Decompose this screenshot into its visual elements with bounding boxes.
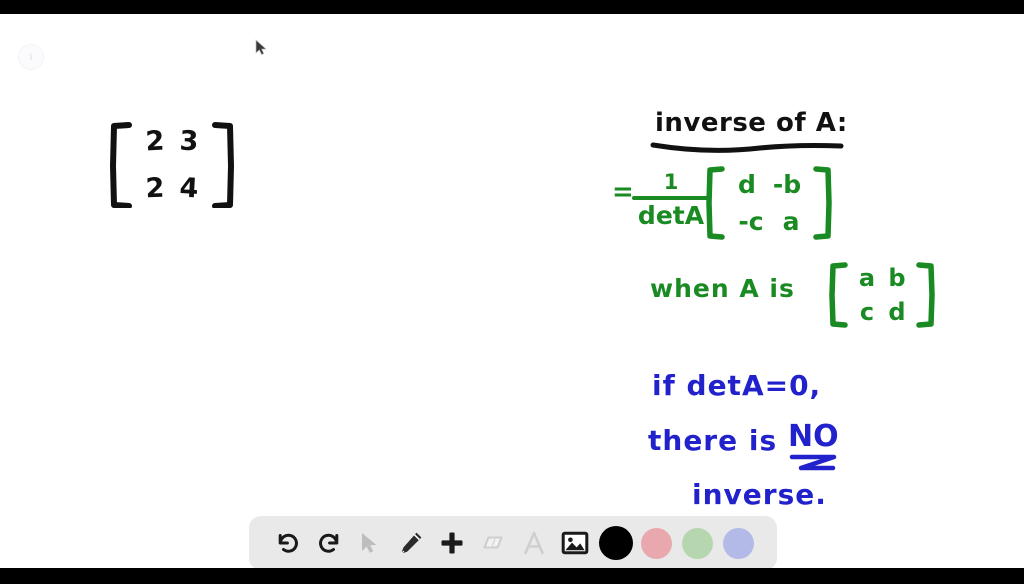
drawing-toolbar	[249, 516, 777, 570]
undo-icon	[278, 533, 298, 553]
matrix-cell: 2	[144, 125, 166, 158]
matrix-row: c d	[852, 300, 912, 324]
matrix-cell: b	[888, 264, 906, 292]
inverse-formula-equals: =	[612, 177, 634, 207]
mouse-cursor-icon	[255, 39, 267, 56]
letterbox-top-bar	[0, 0, 1024, 14]
when-a-is-text: when A is	[650, 274, 795, 303]
fraction-bar	[632, 196, 710, 200]
note-line-2-prefix: there is	[648, 424, 778, 457]
matrix-row: d -b	[729, 172, 809, 197]
matrix-row: a b	[852, 266, 912, 290]
matrix-row: 2 3	[138, 125, 206, 158]
matrix-cell: 3	[179, 125, 199, 158]
color-swatch-pink[interactable]	[641, 527, 672, 559]
matrix-cell: 4	[178, 172, 200, 205]
app-screen: i 2 3 2 4 inverse of A: = 1 detA d -b -c…	[0, 0, 1024, 584]
when-clause-matrix: a b c d	[828, 262, 936, 328]
whiteboard-canvas[interactable]: i 2 3 2 4 inverse of A: = 1 detA d -b -c…	[0, 14, 1024, 570]
note-emphasis-no: NO	[788, 419, 839, 454]
matrix-cell: -c	[738, 207, 764, 236]
eraser-icon	[483, 536, 502, 549]
matrix-cell: -b	[772, 170, 802, 199]
matrix-cell: d	[738, 170, 756, 199]
matrix-cell: a	[782, 207, 800, 236]
note-line-1: if detA=0,	[652, 369, 822, 402]
fraction-numerator: 1	[663, 170, 679, 194]
matrix-row: 2 4	[138, 172, 206, 205]
redo-button[interactable]	[308, 520, 349, 566]
matrix-right-bracket-icon	[813, 166, 832, 240]
cursor-icon	[361, 533, 376, 553]
add-button[interactable]	[431, 520, 472, 566]
inverse-formula-fraction: 1 detA	[632, 172, 710, 228]
matrix-left-bracket-icon	[829, 262, 848, 328]
inverse-formula-matrix: d -b -c a	[705, 166, 833, 240]
inverse-heading-underline	[650, 142, 844, 153]
color-swatch-blue[interactable]	[723, 527, 754, 559]
color-swatch-black-holder	[595, 520, 636, 566]
problem-matrix: 2 3 2 4	[108, 122, 236, 208]
color-swatch-green-holder	[677, 520, 718, 566]
pencil-icon	[400, 532, 421, 555]
corner-info-badge[interactable]: i	[18, 44, 44, 70]
matrix-cell: c	[859, 298, 875, 326]
note-line-3: inverse.	[692, 478, 827, 511]
corner-info-badge-label: i	[29, 50, 33, 63]
matrix-left-bracket-icon	[110, 122, 132, 208]
text-a-icon	[523, 531, 544, 555]
color-swatch-pink-holder	[636, 520, 677, 566]
matrix-right-bracket-icon	[212, 122, 234, 208]
text-button[interactable]	[513, 520, 554, 566]
letterbox-bottom-bar	[0, 568, 1024, 584]
image-icon	[561, 531, 588, 555]
matrix-right-bracket-icon	[916, 262, 935, 328]
note-emphasis-squiggle-underline	[789, 454, 837, 471]
redo-icon	[318, 533, 338, 553]
inverse-heading: inverse of A:	[655, 108, 848, 138]
undo-button[interactable]	[267, 520, 308, 566]
color-swatch-blue-holder	[718, 520, 759, 566]
color-swatch-green[interactable]	[682, 527, 713, 559]
matrix-cell: 2	[145, 172, 165, 205]
fraction-denominator: detA	[637, 201, 705, 230]
color-swatch-black[interactable]	[598, 526, 633, 560]
pen-button[interactable]	[390, 520, 431, 566]
matrix-cell: d	[888, 298, 906, 326]
eraser-button[interactable]	[472, 520, 513, 566]
image-button[interactable]	[554, 520, 595, 566]
matrix-left-bracket-icon	[706, 166, 725, 240]
matrix-cell: a	[858, 264, 876, 292]
select-button[interactable]	[349, 520, 390, 566]
plus-icon	[441, 532, 462, 554]
matrix-row: -c a	[729, 209, 809, 234]
